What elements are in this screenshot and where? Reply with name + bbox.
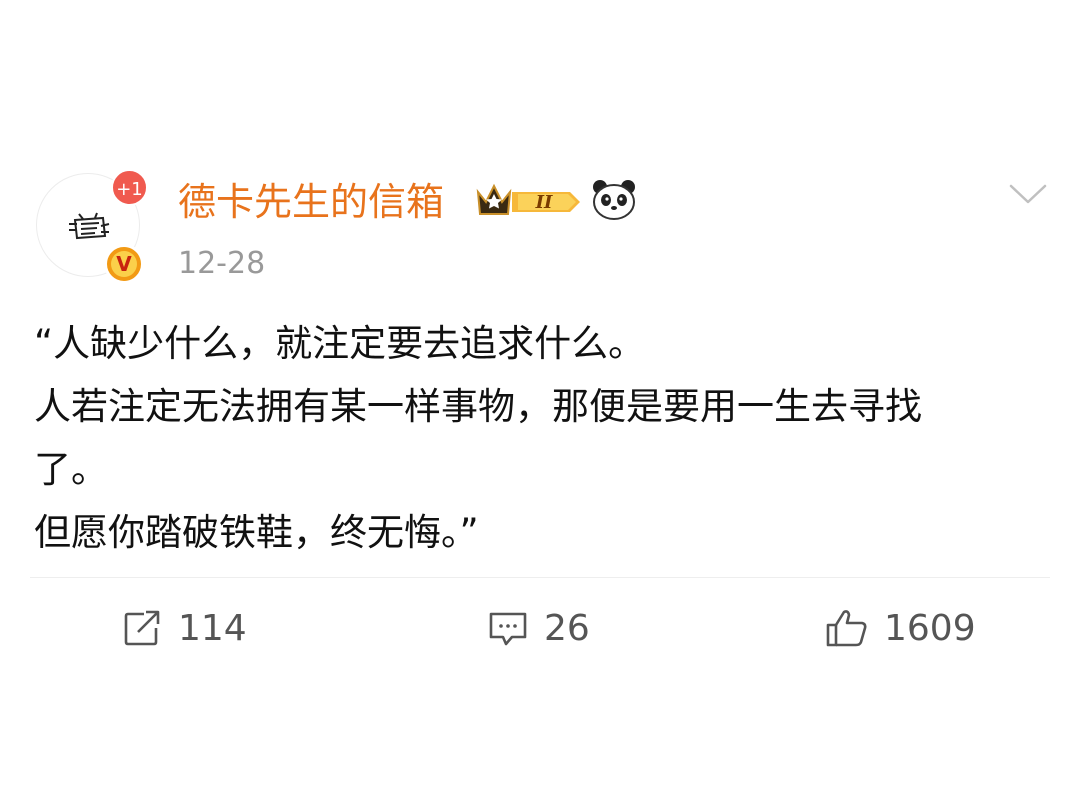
crown-icon: II xyxy=(476,183,580,215)
weibo-post-card: +1 V 德卡先生的信箱 II 12-28 “人缺少什么，就注定要去追求什么。 … xyxy=(0,0,1080,810)
chevron-down-icon[interactable] xyxy=(1008,182,1048,208)
username[interactable]: 德卡先生的信箱 xyxy=(178,177,444,227)
like-count: 1609 xyxy=(884,607,976,649)
comment-count: 26 xyxy=(544,607,590,649)
verified-badge: V xyxy=(104,244,144,284)
panda-emoji xyxy=(593,180,635,220)
post-date: 12-28 xyxy=(178,246,266,281)
like-icon xyxy=(826,610,867,647)
repost-button[interactable]: 114 xyxy=(122,606,247,650)
repost-icon xyxy=(124,610,160,646)
member-level: II xyxy=(535,192,553,213)
content-line: “人缺少什么，就注定要去追求什么。 xyxy=(34,322,646,365)
repost-count: 114 xyxy=(178,607,247,649)
comment-button[interactable]: 26 xyxy=(486,606,590,650)
content-line: 了。 xyxy=(34,448,108,491)
comment-icon xyxy=(489,612,527,646)
like-button[interactable]: 1609 xyxy=(824,606,976,650)
post-content: “人缺少什么，就注定要去追求什么。 人若注定无法拥有某一样事物，那便是要用一生去… xyxy=(34,312,1034,564)
notification-badge: +1 xyxy=(111,169,148,206)
avatar-sketch-icon xyxy=(69,212,110,240)
content-line: 人若注定无法拥有某一样事物，那便是要用一生去寻找 xyxy=(34,385,922,428)
divider xyxy=(30,577,1050,578)
content-line: 但愿你踏破铁鞋，终无悔。” xyxy=(34,511,479,554)
